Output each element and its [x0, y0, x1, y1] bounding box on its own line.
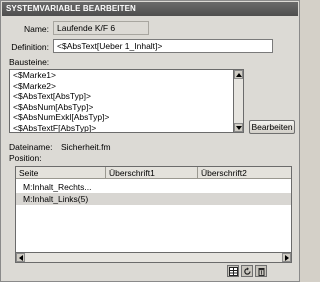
name-field: Laufende K/F 6	[53, 21, 149, 35]
column-header-seite[interactable]: Seite	[16, 167, 106, 179]
bausteine-scrollbar[interactable]	[234, 69, 244, 133]
table-horizontal-scrollbar[interactable]	[15, 253, 292, 263]
table-row[interactable]: M:Inhalt_Links(5)	[16, 193, 291, 205]
arrow-down-icon	[235, 125, 242, 130]
scroll-up-button[interactable]	[234, 70, 243, 79]
scroll-right-button[interactable]	[282, 253, 291, 262]
insert-table-button[interactable]	[227, 265, 239, 277]
list-item[interactable]: <$AbsNumExkl[AbsTyp]>	[10, 112, 233, 123]
list-item[interactable]: <$AbsTextF[AbsTyp]>	[10, 123, 233, 133]
arrow-up-icon	[235, 72, 242, 77]
definition-value: <$AbsText[Ueber 1_Inhalt]>	[57, 41, 163, 51]
table-cell-seite: M:Inhalt_Links(5)	[23, 194, 89, 204]
delete-button[interactable]	[255, 265, 267, 277]
column-header-ueberschrift2[interactable]: Überschrift2	[198, 167, 291, 179]
table-cell-seite: M:Inhalt_Rechts...	[23, 182, 92, 192]
refresh-icon	[243, 266, 251, 275]
arrow-left-icon	[18, 254, 23, 261]
dateiname-value: Sicherheit.fm	[61, 142, 111, 152]
list-item[interactable]: <$AbsText[AbsTyp]>	[10, 91, 233, 102]
panel-titlebar: SYSTEMVARIABLE BEARBEITEN	[2, 2, 298, 16]
bausteine-label: Bausteine:	[9, 57, 50, 67]
table-header: Seite Überschrift1 Überschrift2	[16, 167, 291, 179]
scroll-left-button[interactable]	[16, 253, 25, 262]
name-value: Laufende K/F 6	[57, 23, 116, 33]
refresh-button[interactable]	[241, 265, 253, 277]
list-item[interactable]: <$AbsNum[AbsTyp]>	[10, 102, 233, 113]
table-row[interactable]: M:Inhalt_Rechts...	[16, 181, 291, 193]
definition-input[interactable]: <$AbsText[Ueber 1_Inhalt]>	[53, 39, 273, 53]
name-label: Name:	[23, 24, 49, 34]
column-header-ueberschrift1[interactable]: Überschrift1	[106, 167, 198, 179]
bausteine-list[interactable]: <$Marke1> <$Marke2> <$AbsText[AbsTyp]> <…	[9, 69, 234, 133]
arrow-right-icon	[284, 254, 289, 261]
table-icon	[228, 266, 238, 276]
list-item[interactable]: <$Marke2>	[10, 81, 233, 92]
dateiname-label: Dateiname:	[9, 142, 53, 152]
definition-label: Definition:	[11, 42, 49, 52]
trash-icon	[258, 267, 264, 276]
bearbeiten-button[interactable]: Bearbeiten	[249, 120, 295, 134]
position-label: Position:	[9, 153, 42, 163]
panel-title: SYSTEMVARIABLE BEARBEITEN	[6, 4, 136, 13]
position-table[interactable]: Seite Überschrift1 Überschrift2 M:Inhalt…	[15, 166, 292, 253]
list-item[interactable]: <$Marke1>	[10, 70, 233, 81]
systemvariable-panel: SYSTEMVARIABLE BEARBEITEN Name: Laufende…	[0, 0, 300, 282]
scroll-down-button[interactable]	[234, 123, 243, 132]
